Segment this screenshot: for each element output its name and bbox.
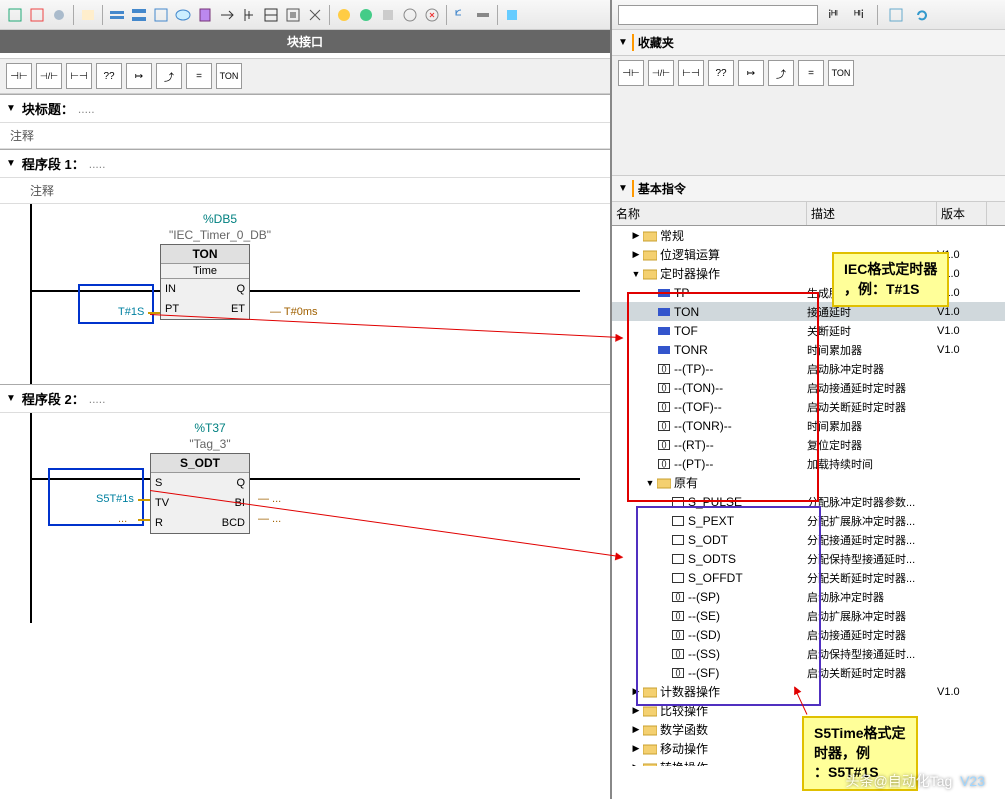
legacy-timer-highlight-box	[636, 506, 821, 706]
tree-row-0[interactable]: ▶常规	[612, 226, 1005, 245]
collapse-icon[interactable]: ▼	[6, 393, 16, 404]
ladder-btn-2[interactable]: ⊢⊣	[66, 63, 92, 89]
collapse-icon[interactable]: ▼	[6, 103, 16, 114]
tb-btn-14[interactable]	[304, 4, 326, 26]
iec-timer-highlight-box	[627, 292, 819, 502]
folder-icon	[642, 248, 658, 262]
ladder-btn-5[interactable]: ⤴	[156, 63, 182, 89]
segment-1-ladder[interactable]: %DB5 "IEC_Timer_0_DB" TON Time INPT QET …	[0, 204, 610, 384]
folder-icon	[642, 229, 658, 243]
ladder-btn-5[interactable]: ⤴	[768, 60, 794, 86]
ladder-btn-4[interactable]: ↦	[126, 63, 152, 89]
expand-icon[interactable]: ▶	[630, 230, 642, 241]
db-address: %DB5	[160, 212, 280, 226]
sodt-block[interactable]: S_ODT STVR QBIBCD	[150, 453, 250, 534]
tb-btn-17[interactable]	[377, 4, 399, 26]
tb-btn-19[interactable]	[421, 4, 443, 26]
ladder-toolbar: ⊣⊢⊣/⊢⊢⊣??↦⤴=TON	[0, 59, 610, 94]
favorites-toolbar: ⊣⊢⊣/⊢⊢⊣??↦⤴=TON	[612, 56, 1005, 176]
folder-icon	[642, 761, 658, 767]
favorites-header[interactable]: ▼ 收藏夹	[612, 30, 1005, 56]
iec-callout: IEC格式定时器 ，例：T#1S	[832, 252, 949, 307]
tb-btn-6[interactable]	[128, 4, 150, 26]
tv-value[interactable]: S5T#1s	[96, 493, 134, 505]
expand-icon[interactable]: ▶	[630, 249, 642, 260]
filter-icon[interactable]	[885, 4, 907, 26]
block-comment[interactable]: 注释	[0, 123, 610, 149]
search-bar: ⅰᴴᴵ ᴴᴵⅰ	[612, 0, 1005, 30]
search-down-icon[interactable]: ⅰᴴᴵ	[822, 4, 844, 26]
et-value: — T#0ms	[270, 306, 317, 318]
tree-header: 名称 描述 版本	[612, 202, 1005, 226]
expand-icon[interactable]: ▶	[630, 743, 642, 754]
ladder-btn-0[interactable]: ⊣⊢	[618, 60, 644, 86]
tb-btn-11[interactable]	[238, 4, 260, 26]
basic-instructions-header[interactable]: ▼ 基本指令	[612, 176, 1005, 202]
db-name: "IEC_Timer_0_DB"	[160, 228, 280, 242]
tb-btn-2[interactable]	[26, 4, 48, 26]
tb-btn-21[interactable]	[472, 4, 494, 26]
tb-btn-20[interactable]	[450, 4, 472, 26]
expand-icon[interactable]: ▼	[630, 269, 642, 279]
folder-icon	[642, 742, 658, 756]
ladder-btn-6[interactable]: =	[798, 60, 824, 86]
ladder-btn-1[interactable]: ⊣/⊢	[36, 63, 62, 89]
ladder-btn-7[interactable]: TON	[216, 63, 242, 89]
ladder-btn-4[interactable]: ↦	[738, 60, 764, 86]
ladder-btn-0[interactable]: ⊣⊢	[6, 63, 32, 89]
segment-1-comment[interactable]: 注释	[0, 178, 610, 204]
collapse-icon[interactable]: ▼	[6, 158, 16, 169]
block-title-row[interactable]: ▼ 块标题： .....	[0, 94, 610, 123]
expand-icon[interactable]: ▶	[630, 762, 642, 766]
search-up-icon[interactable]: ᴴᴵⅰ	[848, 4, 870, 26]
folder-m-icon	[642, 723, 658, 737]
pt-value[interactable]: T#1S	[118, 306, 144, 318]
timer-address: %T37	[150, 421, 270, 435]
tb-btn-7[interactable]	[150, 4, 172, 26]
tb-btn-12[interactable]	[260, 4, 282, 26]
tb-btn-13[interactable]	[282, 4, 304, 26]
segment-2-ladder[interactable]: %T37 "Tag_3" S_ODT STVR QBIBCD S5T#1s ..…	[0, 413, 610, 623]
interface-header: 块接口	[0, 30, 610, 53]
editor-panel: 块接口 ⊣⊢⊣/⊢⊢⊣??↦⤴=TON ▼ 块标题： ..... 注释 ▼ 程序…	[0, 0, 612, 799]
tb-btn-8[interactable]	[172, 4, 194, 26]
timer-name: "Tag_3"	[150, 437, 270, 451]
ladder-btn-3[interactable]: ??	[96, 63, 122, 89]
tb-btn-18[interactable]	[399, 4, 421, 26]
ladder-btn-3[interactable]: ??	[708, 60, 734, 86]
tb-btn-22[interactable]	[501, 4, 523, 26]
ladder-btn-2[interactable]: ⊢⊣	[678, 60, 704, 86]
ladder-btn-7[interactable]: TON	[828, 60, 854, 86]
search-input[interactable]	[618, 5, 818, 25]
watermark: 头条@自动化Tag V23	[846, 771, 986, 791]
segment-1-header[interactable]: ▼ 程序段 1： .....	[0, 149, 610, 178]
segment-2-header[interactable]: ▼ 程序段 2： .....	[0, 384, 610, 413]
main-toolbar	[0, 0, 610, 30]
tb-btn-9[interactable]	[194, 4, 216, 26]
block-title-label: 块标题：	[22, 99, 74, 118]
tb-btn-3[interactable]	[48, 4, 70, 26]
tb-btn-4[interactable]	[77, 4, 99, 26]
ton-block[interactable]: TON Time INPT QET	[160, 244, 250, 320]
pt-input-box[interactable]	[78, 284, 154, 324]
ladder-btn-1[interactable]: ⊣/⊢	[648, 60, 674, 86]
refresh-icon[interactable]	[911, 4, 933, 26]
tb-btn-15[interactable]	[333, 4, 355, 26]
tb-btn-5[interactable]	[106, 4, 128, 26]
expand-icon[interactable]: ▶	[630, 724, 642, 735]
tb-btn-1[interactable]	[4, 4, 26, 26]
expand-icon[interactable]: ▶	[630, 705, 642, 716]
tb-btn-10[interactable]	[216, 4, 238, 26]
ladder-btn-6[interactable]: =	[186, 63, 212, 89]
tb-btn-16[interactable]	[355, 4, 377, 26]
timer-icon	[642, 267, 658, 281]
